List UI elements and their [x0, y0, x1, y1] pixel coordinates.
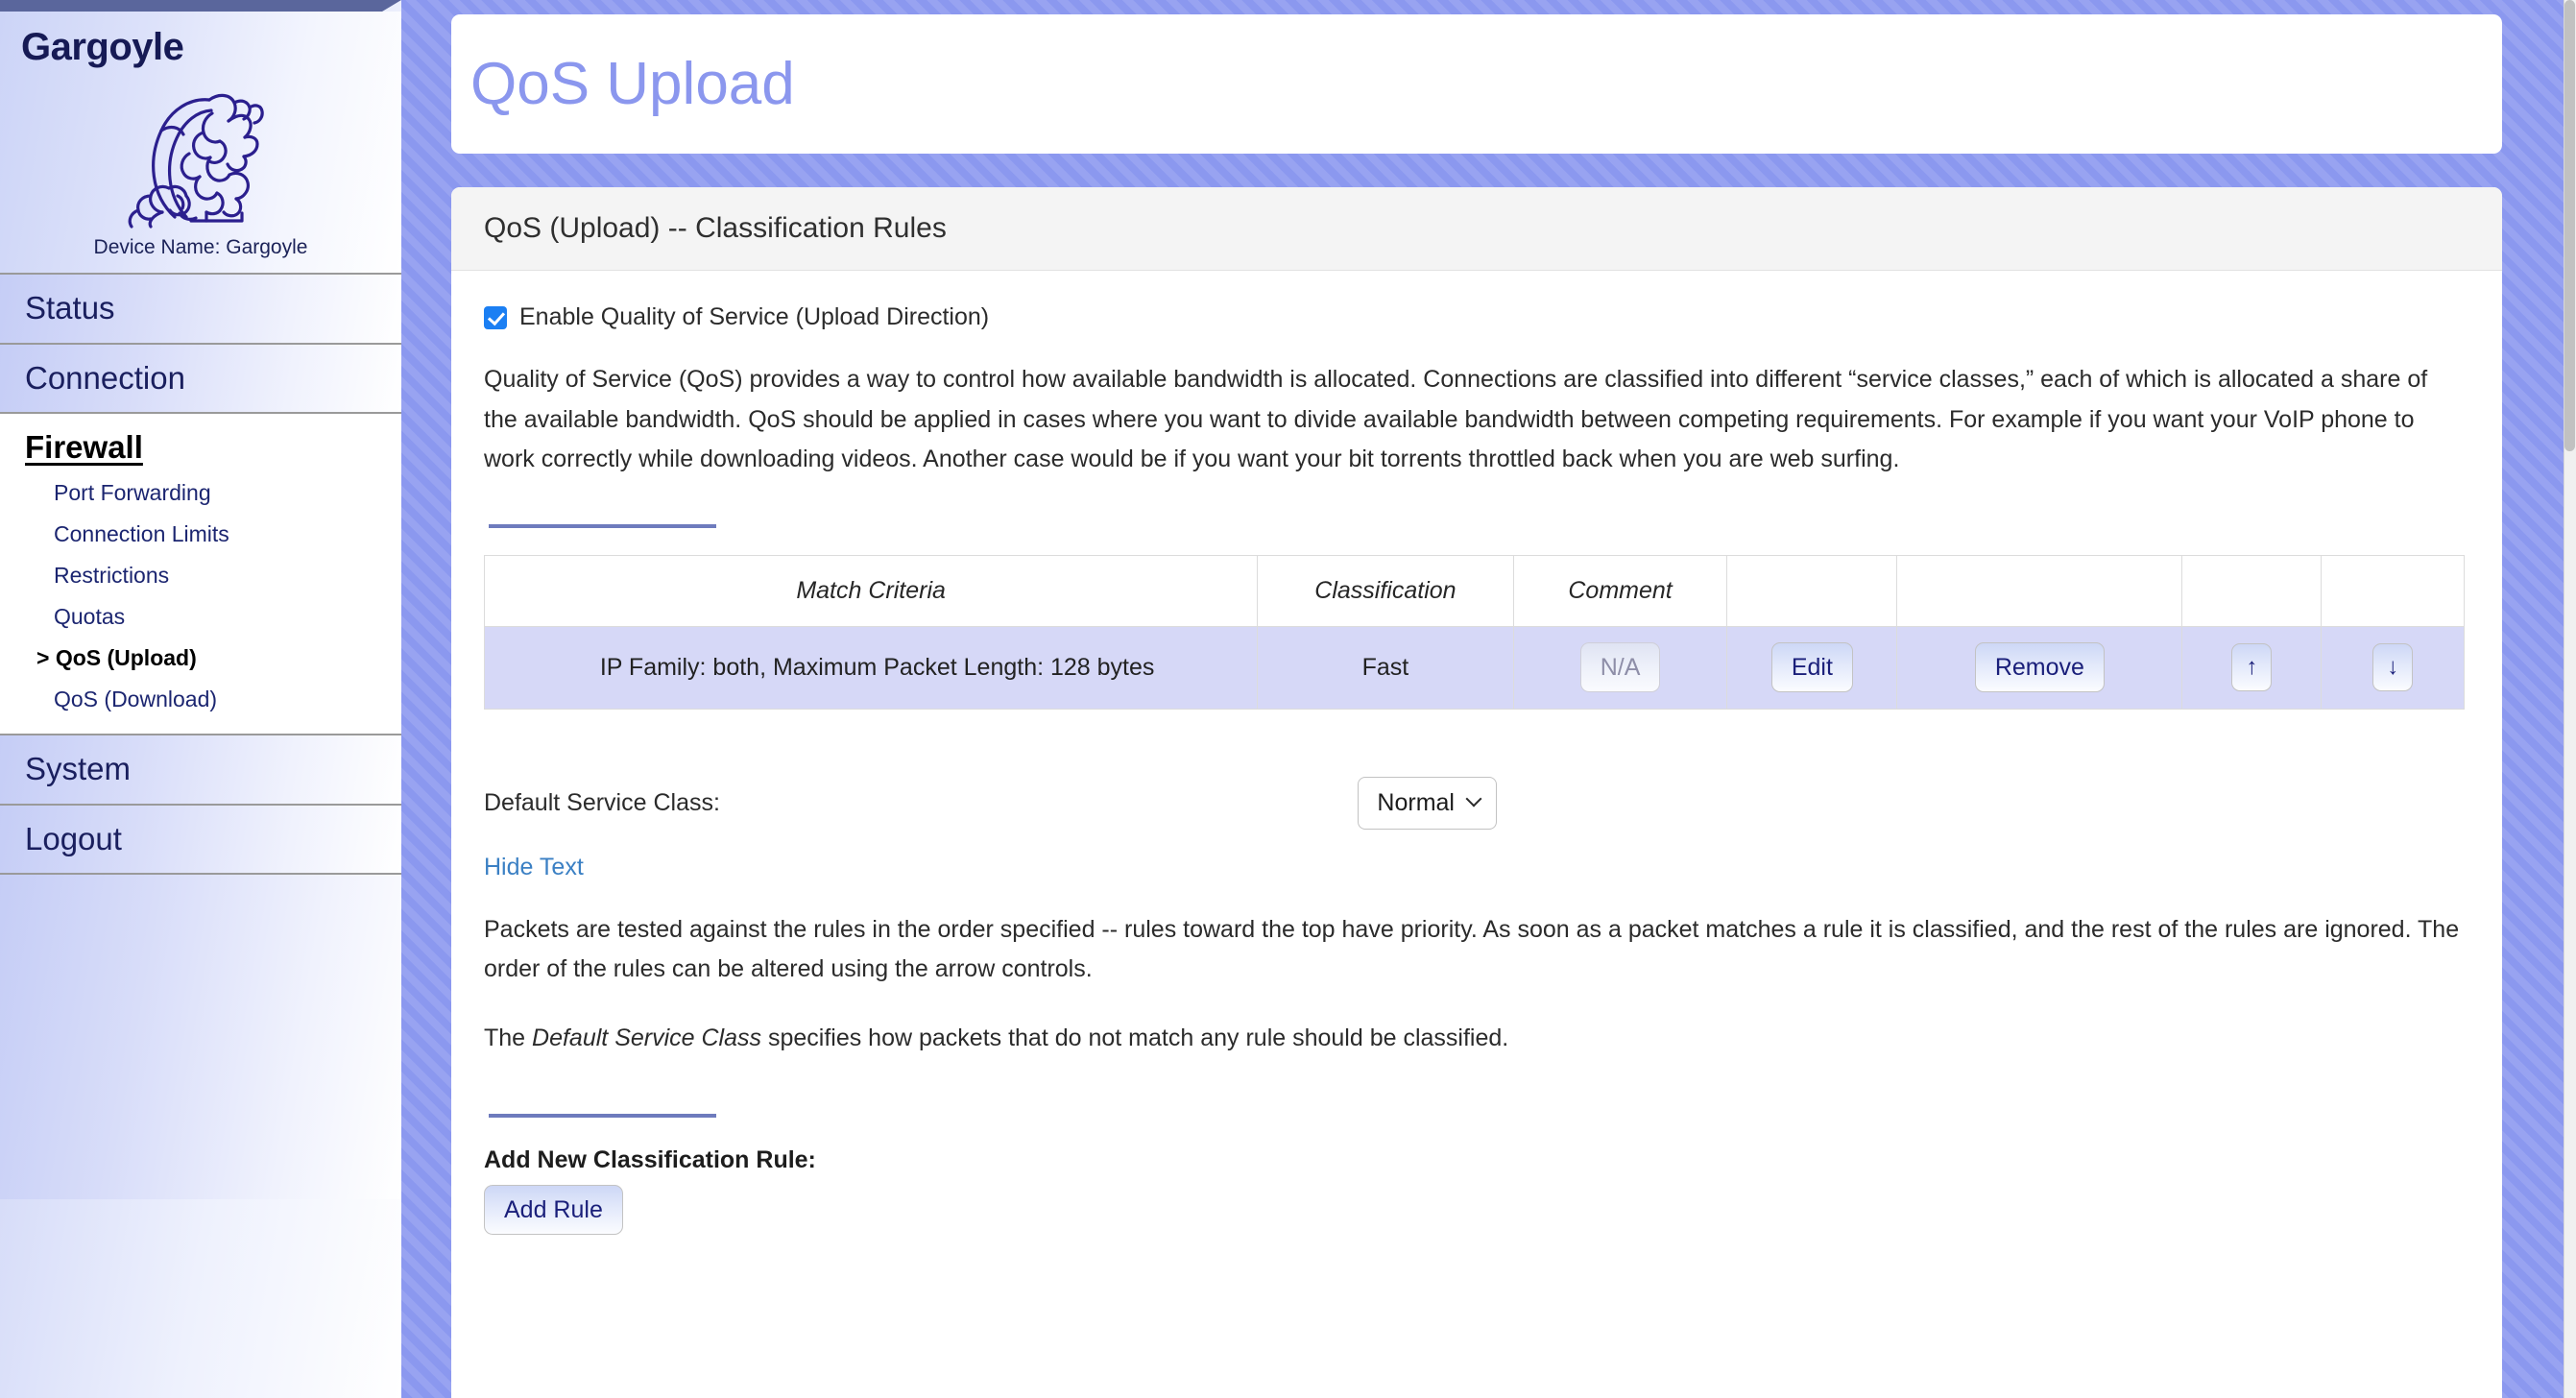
page-title-card: QoS Upload: [451, 14, 2502, 154]
paragraph-default-service-class: The Default Service Class specifies how …: [484, 1019, 2465, 1059]
main-content: QoS Upload QoS (Upload) -- Classificatio…: [401, 0, 2576, 1398]
sidebar-top-accent: [0, 0, 401, 12]
column-header-move-up: [2181, 554, 2323, 627]
sidebar: Gargoyle Device Name: Gargoyle Status Co…: [0, 0, 401, 1398]
page-scrollbar-thumb[interactable]: [2564, 0, 2575, 451]
classification-rules-card: QoS (Upload) -- Classification Rules Ena…: [451, 187, 2502, 1398]
column-header-remove: [1896, 554, 2183, 627]
divider-bottom: [489, 1114, 716, 1118]
paragraph-prefix: The: [484, 1024, 533, 1051]
sidebar-item-logout[interactable]: Logout: [0, 803, 401, 874]
enable-qos-label: Enable Quality of Service (Upload Direct…: [519, 303, 990, 330]
column-header-move-down: [2321, 554, 2465, 627]
sidebar-item-system[interactable]: System: [0, 734, 401, 804]
sidebar-item-status[interactable]: Status: [0, 273, 401, 343]
table-row: IP Family: both, Maximum Packet Length: …: [483, 625, 2465, 710]
sidebar-item-firewall[interactable]: Firewall: [0, 412, 401, 472]
page-title: QoS Upload: [470, 50, 795, 117]
chevron-down-icon: [1465, 790, 1482, 807]
paragraph-suffix: specifies how packets that do not match …: [761, 1024, 1509, 1051]
hide-text-link[interactable]: Hide Text: [484, 854, 584, 881]
sidebar-filler: [0, 873, 401, 1200]
qos-description: Quality of Service (QoS) provides a way …: [484, 366, 2428, 472]
default-service-class-value: Normal: [1377, 788, 1455, 816]
default-service-class-select[interactable]: Normal: [1358, 776, 1497, 830]
column-header-comment: Comment: [1512, 554, 1728, 627]
column-header-classification: Classification: [1257, 554, 1514, 627]
sidebar-submenu-firewall: Port Forwarding Connection Limits Restri…: [0, 471, 401, 735]
add-new-rule-label: Add New Classification Rule:: [484, 1146, 816, 1173]
remove-button[interactable]: Remove: [1974, 642, 2105, 692]
cell-edit: Edit: [1726, 625, 1898, 710]
sidebar-item-restrictions[interactable]: Restrictions: [0, 555, 401, 596]
cell-move-up: ↑: [2181, 625, 2323, 710]
enable-qos-checkbox[interactable]: [484, 305, 507, 329]
gargoyle-logo-icon: [128, 93, 264, 229]
device-name-label: Device Name: Gargoyle: [93, 236, 308, 258]
sidebar-item-qos-upload[interactable]: > QoS (Upload): [0, 638, 401, 679]
classification-rules-table: Match Criteria Classification Comment IP…: [483, 554, 2465, 710]
brand-title: Gargoyle: [21, 26, 184, 68]
card-title: QoS (Upload) -- Classification Rules: [451, 187, 2502, 271]
enable-qos-row: Enable Quality of Service (Upload Direct…: [484, 303, 2469, 331]
edit-button[interactable]: Edit: [1770, 642, 1853, 692]
cell-match-criteria: IP Family: both, Maximum Packet Length: …: [483, 625, 1259, 710]
table-header-row: Match Criteria Classification Comment: [483, 554, 2465, 627]
default-service-class-label: Default Service Class:: [484, 788, 720, 816]
sidebar-item-connection-limits[interactable]: Connection Limits: [0, 514, 401, 555]
move-up-arrow-icon-button[interactable]: ↑: [2231, 642, 2273, 692]
paragraph-rule-order: Packets are tested against the rules in …: [484, 915, 2460, 983]
sidebar-item-quotas[interactable]: Quotas: [0, 596, 401, 638]
sidebar-item-connection[interactable]: Connection: [0, 342, 401, 413]
cell-classification: Fast: [1257, 625, 1514, 710]
add-rule-button[interactable]: Add Rule: [484, 1185, 623, 1235]
sidebar-item-port-forwarding[interactable]: Port Forwarding: [0, 472, 401, 514]
comment-button[interactable]: N/A: [1579, 642, 1661, 692]
column-header-edit: [1726, 554, 1898, 627]
divider-top: [489, 523, 716, 528]
sidebar-item-qos-download[interactable]: QoS (Download): [0, 679, 401, 720]
paragraph-emphasis: Default Service Class: [532, 1024, 762, 1051]
cell-move-down: ↓: [2321, 625, 2465, 710]
brand-block: Gargoyle Device Name: Gargoyle: [0, 12, 401, 273]
move-down-arrow-icon-button[interactable]: ↓: [2372, 642, 2414, 692]
cell-comment: N/A: [1512, 625, 1728, 710]
cell-remove: Remove: [1896, 625, 2183, 710]
default-service-class-row: Default Service Class: Normal: [484, 776, 1497, 830]
column-header-match-criteria: Match Criteria: [483, 554, 1259, 627]
